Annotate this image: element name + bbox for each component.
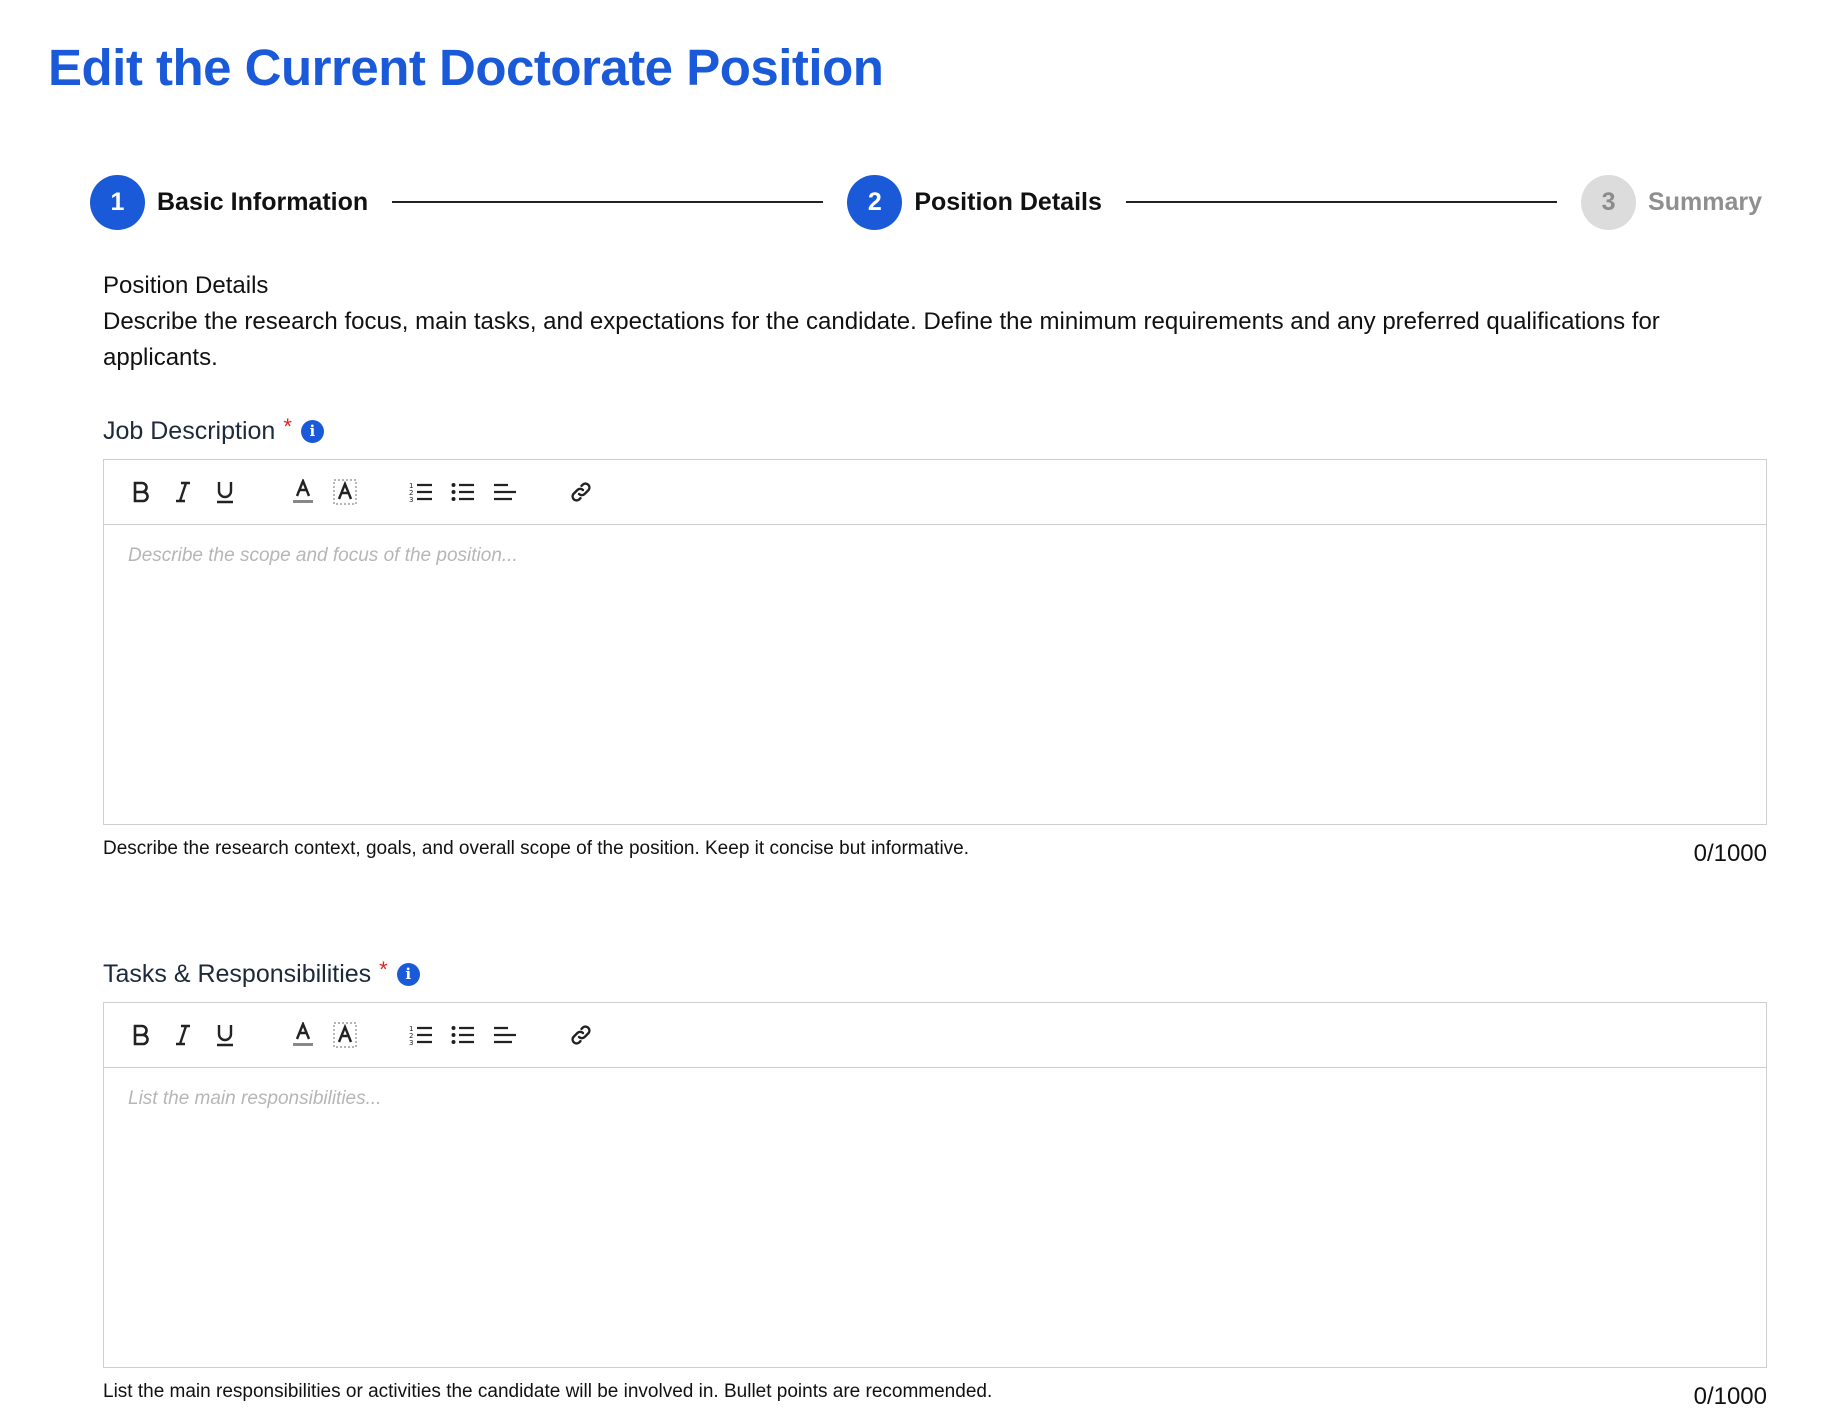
highlight-icon[interactable] <box>330 477 360 507</box>
svg-text:3: 3 <box>409 496 413 503</box>
section-intro: Position Details Describe the research f… <box>103 268 1763 376</box>
field-hint: Describe the research context, goals, an… <box>103 838 970 859</box>
info-icon[interactable]: i <box>300 419 324 443</box>
page: Edit the Current Doctorate Position 1 Ba… <box>0 0 1838 1428</box>
step-label: Position Details <box>914 187 1102 216</box>
step-number: 3 <box>1581 174 1637 230</box>
italic-icon[interactable] <box>168 1020 198 1050</box>
tasks-responsibilities-field: Tasks & Responsibilities * i 1 2 3 List … <box>103 956 1767 1412</box>
job-description-field: Job Description * i 1 2 3 Describe the s… <box>103 413 1767 869</box>
step-label: Summary <box>1648 187 1762 216</box>
job-description-input[interactable]: Describe the scope and focus of the posi… <box>104 525 1766 824</box>
required-marker: * <box>379 957 388 982</box>
rich-text-editor: 123 Describe the scope and focus of the … <box>103 459 1767 825</box>
highlight-icon[interactable] <box>330 1020 360 1050</box>
underline-icon[interactable] <box>210 1020 240 1050</box>
section-description: Describe the research focus, main tasks,… <box>103 308 1660 371</box>
align-icon[interactable] <box>490 477 520 507</box>
step-label: Basic Information <box>157 187 369 216</box>
field-label-row: Job Description * i <box>103 413 1767 449</box>
field-footer: List the main responsibilities or activi… <box>103 1380 1767 1412</box>
stepper: 1 Basic Information 2 Position Details 3… <box>90 174 1762 230</box>
info-icon[interactable]: i <box>396 962 420 986</box>
ordered-list-icon[interactable]: 123 <box>406 1020 436 1050</box>
field-label: Job Description <box>103 416 276 445</box>
required-marker: * <box>283 414 292 439</box>
step-number: 1 <box>90 174 145 230</box>
tasks-input[interactable]: List the main responsibilities... <box>104 1068 1766 1367</box>
rich-text-editor: 123 List the main responsibilities... <box>103 1002 1767 1368</box>
align-icon[interactable] <box>490 1020 520 1050</box>
editor-toolbar: 123 <box>104 460 1766 525</box>
svg-text:3: 3 <box>409 1039 413 1046</box>
field-label: Tasks & Responsibilities <box>103 959 372 988</box>
character-counter: 0/1000 <box>1693 1383 1767 1410</box>
step-basic-information[interactable]: 1 Basic Information <box>90 174 369 230</box>
field-footer: Describe the research context, goals, an… <box>103 837 1767 869</box>
text-color-icon[interactable] <box>288 1020 318 1050</box>
field-hint: List the main responsibilities or activi… <box>103 1381 993 1402</box>
step-summary[interactable]: 3 Summary <box>1581 174 1762 230</box>
step-connector <box>392 201 824 203</box>
page-title: Edit the Current Doctorate Position <box>48 39 884 96</box>
italic-icon[interactable] <box>168 477 198 507</box>
section-title: Position Details <box>103 272 269 299</box>
underline-icon[interactable] <box>210 477 240 507</box>
text-color-icon[interactable] <box>288 477 318 507</box>
bold-icon[interactable] <box>126 1020 156 1050</box>
step-position-details[interactable]: 2 Position Details <box>847 174 1102 230</box>
editor-toolbar: 123 <box>104 1003 1766 1068</box>
field-label-row: Tasks & Responsibilities * i <box>103 956 1767 992</box>
bold-icon[interactable] <box>126 477 156 507</box>
link-icon[interactable] <box>566 477 596 507</box>
step-connector <box>1125 201 1558 203</box>
ordered-list-icon[interactable]: 123 <box>406 477 436 507</box>
bullet-list-icon[interactable] <box>448 1020 478 1050</box>
step-number: 2 <box>847 174 903 230</box>
character-counter: 0/1000 <box>1693 840 1767 867</box>
bullet-list-icon[interactable] <box>448 477 478 507</box>
link-icon[interactable] <box>566 1020 596 1050</box>
